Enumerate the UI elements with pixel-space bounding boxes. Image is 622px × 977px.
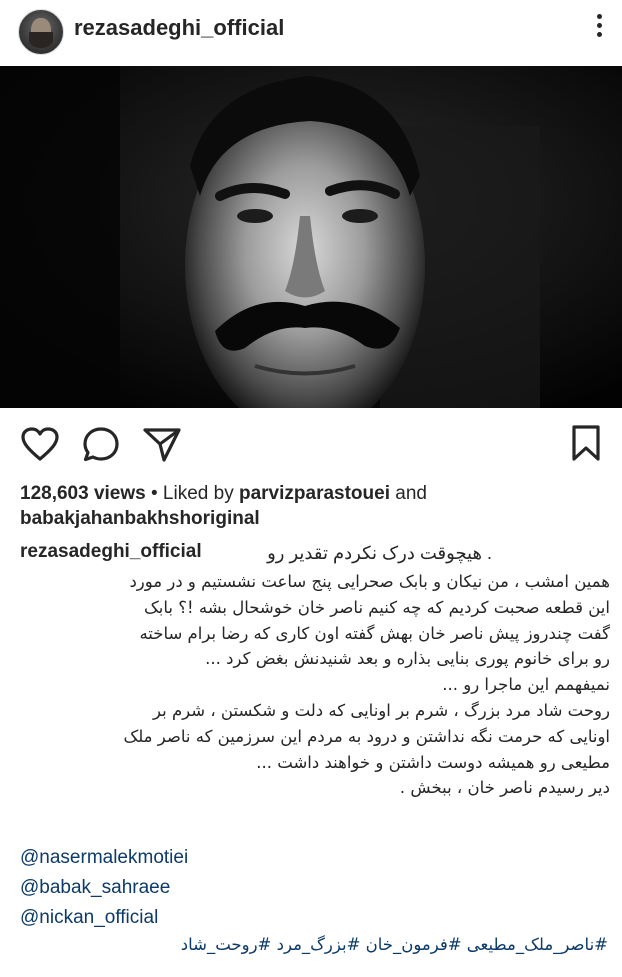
liked-by-and: and: [395, 483, 427, 504]
likes-summary: 128,603 views • Liked by parvizparastoue…: [20, 481, 610, 531]
mention-link[interactable]: @nasermalekmotiei: [20, 843, 188, 873]
bookmark-icon[interactable]: [571, 424, 601, 462]
caption-text: همین امشب ، من نیکان و بابک صحرایی پنج س…: [10, 569, 610, 801]
caption-line: اونایی که حرمت نگه نداشتن و درود به مردم…: [123, 726, 610, 746]
caption-line: گفت چندروز پیش ناصر خان بهش گفته اون کار…: [139, 623, 610, 643]
caption-line: همین امشب ، من نیکان و بابک صحرایی پنج س…: [129, 572, 610, 591]
mentions: @nasermalekmotiei @babak_sahraee @nickan…: [20, 843, 188, 933]
liked-by-prefix: • Liked by: [151, 483, 234, 504]
more-icon[interactable]: [594, 14, 604, 44]
heart-icon[interactable]: [20, 426, 60, 462]
mention-link[interactable]: @babak_sahraee: [20, 873, 188, 903]
comment-icon[interactable]: [82, 426, 120, 462]
view-count[interactable]: 128,603 views: [20, 483, 146, 504]
caption-first-line: . هیچوقت درک نکردم تقدیر رو: [267, 543, 492, 563]
caption-line: نمیفهمم این ماجرا رو ...: [442, 675, 610, 695]
caption-line: روحت شاد مرد بزرگ ، شرم بر اونایی که دلت…: [153, 700, 610, 720]
caption-line: رو برای خانوم پوری بنایی بذاره و بعد شنی…: [205, 649, 610, 669]
avatar[interactable]: [18, 9, 64, 55]
post-header: rezasadeghi_official: [0, 0, 622, 62]
share-icon[interactable]: [142, 426, 182, 462]
liked-by-user[interactable]: parvizparastouei: [239, 483, 390, 504]
caption-line: مطیعی رو همیشه دوست داشتن و خواهند داشت …: [256, 752, 610, 772]
liked-by-user[interactable]: babakjahanbakhshoriginal: [20, 508, 260, 529]
caption-line: این قطعه صحبت کردیم که چه کنیم ناصر خان …: [144, 597, 610, 617]
mention-link[interactable]: @nickan_official: [20, 903, 188, 933]
caption-line: دیر رسیدم ناصر خان ، ببخش .: [399, 778, 610, 798]
caption-username[interactable]: rezasadeghi_official: [20, 541, 202, 563]
hashtags[interactable]: #ناصر_ملک_مطیعی #فرمون_خان #بزرگ_مرد #رو…: [181, 935, 608, 954]
post-image[interactable]: [0, 66, 622, 408]
action-bar: [0, 420, 622, 468]
post-username[interactable]: rezasadeghi_official: [74, 15, 284, 41]
